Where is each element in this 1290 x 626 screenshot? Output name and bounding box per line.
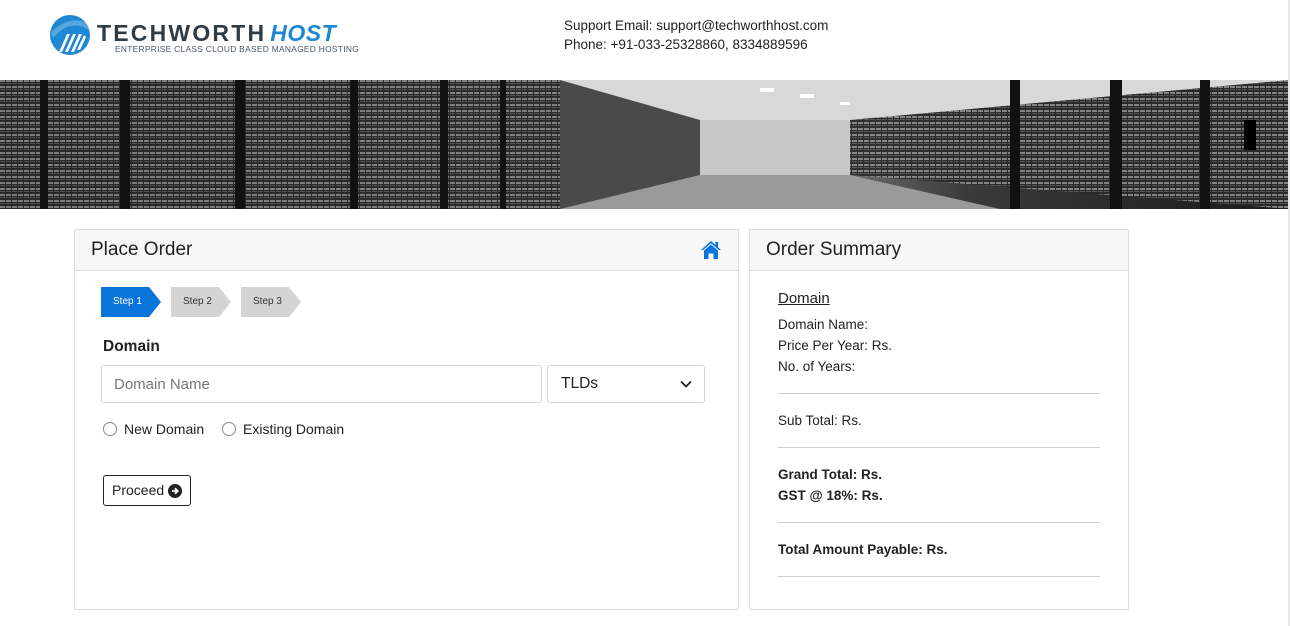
logo-mark-icon [50, 15, 90, 55]
step-1-label: Step 1 [113, 296, 142, 307]
support-phone: Phone: +91-033-25328860, 8334889596 [564, 37, 808, 52]
step-3[interactable]: Step 3 [241, 287, 301, 317]
radio-new-domain[interactable]: New Domain [103, 420, 213, 438]
contact-info: Support Email: support@techworthhost.com… [564, 16, 828, 54]
proceed-button-label: Proceed [112, 482, 165, 498]
brand-name-suffix: HOST [270, 20, 337, 46]
step-2[interactable]: Step 2 [171, 287, 231, 317]
order-summary-title: Order Summary [766, 239, 902, 260]
summary-grand-total: Grand Total: Rs. [778, 467, 883, 482]
order-summary-header: Order Summary [750, 230, 1128, 271]
summary-divider-3 [778, 522, 1100, 523]
tld-select-value: TLDs [561, 375, 599, 392]
summary-divider-2 [778, 447, 1100, 448]
summary-domain-name: Domain Name: [778, 317, 869, 332]
summary-sub-total: Sub Total: Rs. [778, 413, 862, 428]
radio-new-domain-label[interactable]: New Domain [124, 420, 204, 438]
domain-section-label: Domain [103, 338, 160, 355]
order-summary-card: Order Summary Domain Domain Name: Price … [749, 229, 1129, 610]
brand-logo[interactable]: TECHWORTH HOST ENTERPRISE CLASS CLOUD BAS… [49, 14, 359, 58]
domain-name-input[interactable] [101, 365, 542, 403]
summary-domain-link[interactable]: Domain [778, 290, 830, 307]
support-email: Support Email: support@techworthhost.com [564, 18, 829, 33]
step-2-label: Step 2 [183, 296, 212, 307]
summary-years: No. of Years: [778, 359, 856, 374]
step-1[interactable]: Step 1 [101, 287, 161, 317]
radio-existing-domain-input[interactable] [222, 422, 236, 436]
tld-select[interactable]: TLDs [547, 365, 705, 403]
summary-gst: GST @ 18%: Rs. [778, 488, 883, 503]
place-order-title: Place Order [91, 239, 193, 260]
summary-divider-4 [778, 576, 1100, 577]
brand-name-main: TECHWORTH [97, 20, 267, 46]
brand-name: TECHWORTH HOST [97, 20, 336, 47]
home-icon[interactable] [700, 239, 722, 261]
radio-existing-domain[interactable]: Existing Domain [222, 420, 352, 438]
proceed-button[interactable]: Proceed [103, 475, 191, 506]
arrow-circle-right-icon [168, 484, 182, 498]
summary-divider-1 [778, 393, 1100, 394]
summary-total-payable: Total Amount Payable: Rs. [778, 542, 948, 557]
radio-new-domain-input[interactable] [103, 422, 117, 436]
datacenter-banner [0, 80, 1290, 209]
site-header: TECHWORTH HOST ENTERPRISE CLASS CLOUD BAS… [0, 0, 1290, 80]
brand-tagline: ENTERPRISE CLASS CLOUD BASED MANAGED HOS… [115, 44, 360, 54]
place-order-header: Place Order [75, 230, 738, 271]
radio-existing-domain-label[interactable]: Existing Domain [243, 420, 344, 438]
chevron-down-icon [680, 380, 692, 388]
datacenter-banner-image [0, 80, 1290, 209]
place-order-card: Place Order Step 1 Step 2 Step 3 Domain … [74, 229, 739, 610]
summary-price-per-year: Price Per Year: Rs. [778, 338, 893, 353]
step-3-label: Step 3 [253, 296, 282, 307]
